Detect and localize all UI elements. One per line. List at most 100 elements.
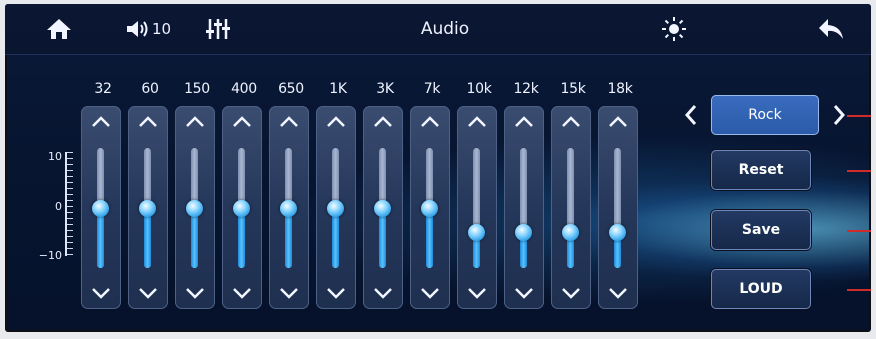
band-decrease-button[interactable] bbox=[504, 281, 544, 305]
band-increase-button[interactable] bbox=[410, 110, 450, 134]
band-increase-button[interactable] bbox=[128, 110, 168, 134]
eq-band-slider[interactable] bbox=[128, 106, 168, 309]
eq-band-slider[interactable] bbox=[410, 106, 450, 309]
band-decrease-button[interactable] bbox=[269, 281, 309, 305]
slider-fill bbox=[426, 208, 433, 268]
chevron-down-icon bbox=[374, 288, 392, 299]
eq-band-slider[interactable] bbox=[504, 106, 544, 309]
slider-knob[interactable] bbox=[233, 200, 250, 217]
eq-band-slider[interactable] bbox=[363, 106, 403, 309]
slider-track[interactable] bbox=[327, 148, 344, 268]
band-decrease-button[interactable] bbox=[363, 281, 403, 305]
eq-band-slider[interactable] bbox=[81, 106, 121, 309]
band-decrease-button[interactable] bbox=[175, 281, 215, 305]
brightness-button[interactable] bbox=[661, 4, 687, 54]
slider-track[interactable] bbox=[139, 148, 156, 268]
band-decrease-button[interactable] bbox=[551, 281, 591, 305]
chevron-down-icon bbox=[515, 288, 533, 299]
slider-fill bbox=[97, 208, 104, 268]
eq-band-slider[interactable] bbox=[175, 106, 215, 309]
slider-knob[interactable] bbox=[327, 200, 344, 217]
equalizer-icon bbox=[206, 19, 230, 39]
chevron-up-icon bbox=[186, 116, 204, 127]
slider-knob[interactable] bbox=[139, 200, 156, 217]
annotation-mark-3 bbox=[847, 230, 871, 232]
chevron-right-icon bbox=[833, 105, 846, 125]
band-increase-button[interactable] bbox=[504, 110, 544, 134]
chevron-up-icon bbox=[233, 116, 251, 127]
band-decrease-button[interactable] bbox=[316, 281, 356, 305]
slider-track[interactable] bbox=[515, 148, 532, 268]
slider-fill bbox=[379, 208, 386, 268]
preset-next-button[interactable] bbox=[829, 100, 849, 130]
home-button[interactable] bbox=[45, 4, 73, 54]
annotation-mark-4 bbox=[847, 289, 871, 291]
band-increase-button[interactable] bbox=[222, 110, 262, 134]
slider-knob[interactable] bbox=[186, 200, 203, 217]
reset-button[interactable]: Reset bbox=[711, 150, 811, 190]
band-decrease-button[interactable] bbox=[598, 281, 638, 305]
slider-track[interactable] bbox=[92, 148, 109, 268]
eq-band-slider[interactable] bbox=[269, 106, 309, 309]
band-increase-button[interactable] bbox=[81, 110, 121, 134]
band-decrease-button[interactable] bbox=[81, 281, 121, 305]
scale-label-top: 10 bbox=[48, 150, 62, 163]
scale-label-mid: 0 bbox=[55, 200, 62, 213]
loud-button[interactable]: LOUD bbox=[711, 269, 811, 309]
save-button[interactable]: Save bbox=[711, 210, 811, 250]
band-label-18k: 18k bbox=[607, 81, 633, 97]
slider-track[interactable] bbox=[562, 148, 579, 268]
slider-track[interactable] bbox=[374, 148, 391, 268]
slider-knob[interactable] bbox=[515, 224, 532, 241]
band-increase-button[interactable] bbox=[269, 110, 309, 134]
preset-selector[interactable]: Rock bbox=[711, 95, 819, 135]
band-decrease-button[interactable] bbox=[128, 281, 168, 305]
slider-track[interactable] bbox=[609, 148, 626, 268]
slider-track[interactable] bbox=[280, 148, 297, 268]
volume-level: 10 bbox=[152, 20, 172, 38]
eq-band-slider[interactable] bbox=[457, 106, 497, 309]
eq-band-slider[interactable] bbox=[222, 106, 262, 309]
band-label-3k: 3K bbox=[376, 81, 394, 97]
preset-prev-button[interactable] bbox=[681, 100, 701, 130]
slider-knob[interactable] bbox=[562, 224, 579, 241]
slider-track[interactable] bbox=[233, 148, 250, 268]
band-increase-button[interactable] bbox=[457, 110, 497, 134]
chevron-down-icon bbox=[421, 288, 439, 299]
slider-knob[interactable] bbox=[468, 224, 485, 241]
chevron-up-icon bbox=[515, 116, 533, 127]
band-increase-button[interactable] bbox=[316, 110, 356, 134]
eq-band-slider[interactable] bbox=[316, 106, 356, 309]
eq-settings-button[interactable] bbox=[205, 4, 231, 54]
chevron-down-icon bbox=[233, 288, 251, 299]
band-decrease-button[interactable] bbox=[410, 281, 450, 305]
slider-knob[interactable] bbox=[92, 200, 109, 217]
band-increase-button[interactable] bbox=[175, 110, 215, 134]
band-increase-button[interactable] bbox=[551, 110, 591, 134]
slider-track[interactable] bbox=[468, 148, 485, 268]
slider-knob[interactable] bbox=[421, 200, 438, 217]
slider-knob[interactable] bbox=[280, 200, 297, 217]
band-label-60: 60 bbox=[141, 81, 159, 97]
slider-track[interactable] bbox=[186, 148, 203, 268]
band-label-400: 400 bbox=[231, 81, 257, 97]
chevron-up-icon bbox=[280, 116, 298, 127]
head-unit-screen: 10 Audio 10 0 −10 32 60 150 400 650 1K 3… bbox=[5, 4, 871, 332]
back-button[interactable] bbox=[817, 4, 845, 54]
annotation-mark-1 bbox=[847, 115, 871, 117]
slider-track[interactable] bbox=[421, 148, 438, 268]
slider-knob[interactable] bbox=[609, 224, 626, 241]
slider-fill bbox=[285, 208, 292, 268]
band-decrease-button[interactable] bbox=[457, 281, 497, 305]
band-increase-button[interactable] bbox=[363, 110, 403, 134]
chevron-up-icon bbox=[139, 116, 157, 127]
chevron-down-icon bbox=[186, 288, 204, 299]
eq-band-slider[interactable] bbox=[598, 106, 638, 309]
slider-knob[interactable] bbox=[374, 200, 391, 217]
band-decrease-button[interactable] bbox=[222, 281, 262, 305]
eq-band-slider[interactable] bbox=[551, 106, 591, 309]
chevron-down-icon bbox=[468, 288, 486, 299]
band-increase-button[interactable] bbox=[598, 110, 638, 134]
volume-button[interactable]: 10 bbox=[125, 4, 171, 54]
top-bar: 10 Audio bbox=[5, 4, 871, 55]
